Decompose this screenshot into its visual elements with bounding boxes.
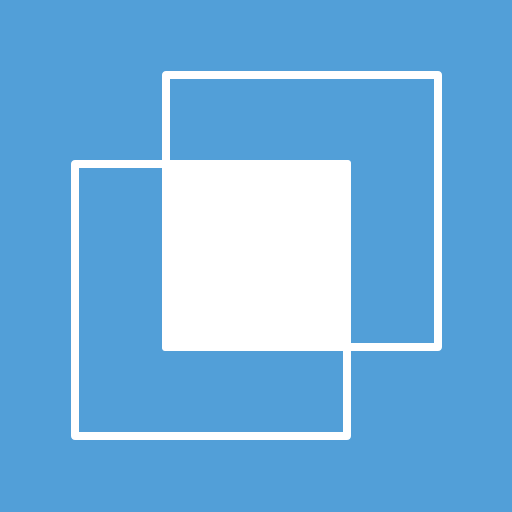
app-icon <box>0 0 512 512</box>
intersect-squares-icon <box>0 0 512 512</box>
intersection-fill <box>162 160 351 351</box>
